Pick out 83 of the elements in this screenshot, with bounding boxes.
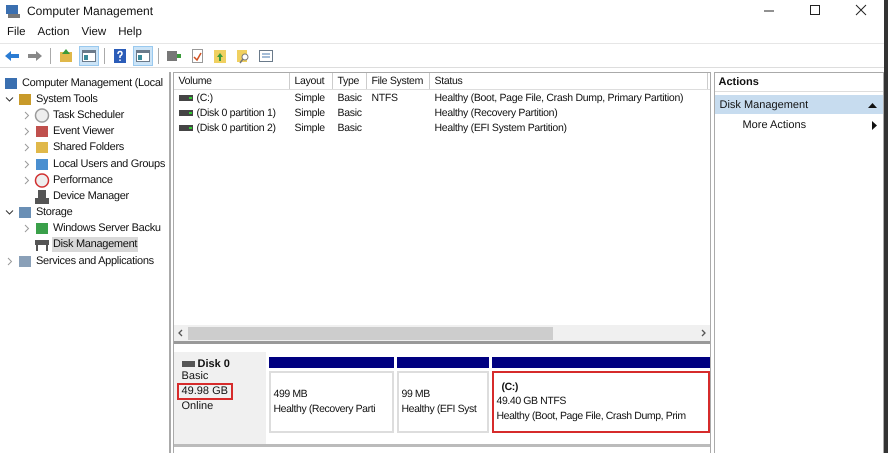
table-cell: Simple bbox=[294, 106, 325, 119]
table-cell: Basic bbox=[338, 122, 362, 134]
partition-status: Healthy (EFI Syst bbox=[402, 402, 478, 417]
actions-section[interactable]: Disk Management bbox=[714, 95, 883, 114]
column-header[interactable]: Type bbox=[332, 73, 366, 89]
partition-size: 49.40 GB NTFS bbox=[496, 394, 567, 409]
column-header[interactable]: Status bbox=[430, 73, 708, 89]
tree-node-icon bbox=[34, 124, 50, 140]
toolbar-button[interactable] bbox=[133, 46, 153, 66]
table-cell: (C:) bbox=[196, 92, 213, 104]
tree-item[interactable]: Storage bbox=[35, 205, 74, 220]
volume-icon bbox=[178, 125, 192, 132]
disk-status: Online bbox=[182, 400, 214, 413]
tree-item[interactable]: Windows Server Backu bbox=[52, 221, 162, 236]
table-cell: (Disk 0 partition 1) bbox=[196, 106, 276, 119]
table-cell: Healthy (Boot, Page File, Crash Dump, Primary Partition) bbox=[434, 92, 684, 104]
disk-size: 49.98 GB bbox=[176, 383, 233, 400]
disk-type: Basic bbox=[182, 370, 208, 383]
table-cell: Simple bbox=[294, 92, 325, 104]
tree-node-icon bbox=[34, 237, 50, 252]
partition-status: Healthy (Boot, Page File, Crash Dump, Prim bbox=[496, 409, 687, 424]
tree-node-icon bbox=[34, 140, 50, 156]
partition-status: Healthy (Recovery Parti bbox=[274, 402, 376, 417]
toolbar-button[interactable] bbox=[79, 46, 99, 66]
column-header[interactable]: Volume bbox=[174, 73, 290, 89]
volume-icon bbox=[178, 94, 192, 101]
table-cell: Healthy (Recovery Partition) bbox=[434, 106, 558, 119]
find-icon bbox=[235, 48, 251, 64]
expander-icon[interactable] bbox=[5, 94, 14, 104]
menu-item[interactable]: Action bbox=[34, 24, 74, 40]
tree-node-icon bbox=[17, 205, 33, 220]
pane-icon bbox=[81, 48, 97, 64]
disk-name: Disk 0 bbox=[198, 358, 230, 370]
menu-item[interactable]: Help bbox=[114, 24, 146, 40]
partition-title: (C:) bbox=[500, 380, 519, 394]
table-cell: Simple bbox=[294, 122, 325, 134]
tree-node-icon bbox=[34, 108, 50, 123]
expander-icon[interactable] bbox=[5, 208, 14, 218]
check-icon bbox=[189, 48, 205, 64]
tree-node-icon bbox=[17, 254, 33, 269]
tree-item[interactable]: Computer Management (Local bbox=[21, 76, 164, 91]
up-icon bbox=[58, 48, 74, 64]
submenu-arrow-icon bbox=[872, 120, 877, 130]
scrollbar-thumb[interactable] bbox=[188, 326, 554, 340]
tree-item[interactable]: Performance bbox=[52, 172, 114, 188]
partition-box[interactable]: (C:) 49.40 GB NTFS Healthy (Boot, Page File, Crash Dump, Prim bbox=[492, 371, 710, 433]
partition-size: 99 MB bbox=[402, 387, 431, 402]
table-cell: (Disk 0 partition 2) bbox=[196, 122, 276, 134]
tree-item[interactable]: Device Manager bbox=[52, 188, 130, 204]
menu-item[interactable]: View bbox=[78, 24, 110, 40]
tree-node-icon bbox=[3, 76, 19, 91]
menu-item[interactable]: File bbox=[3, 24, 30, 40]
app-icon bbox=[5, 2, 21, 18]
partition-box[interactable]: 499 MB Healthy (Recovery Parti bbox=[268, 371, 394, 433]
export-icon bbox=[212, 48, 228, 64]
tree-node-icon bbox=[17, 92, 33, 107]
tree-node-icon bbox=[34, 172, 50, 188]
column-header[interactable]: Layout bbox=[290, 73, 332, 89]
tree-node-icon bbox=[34, 221, 50, 236]
actions-header: Actions bbox=[714, 73, 883, 92]
partition-size: 499 MB bbox=[274, 387, 308, 402]
table-cell: Basic bbox=[338, 106, 362, 119]
tree-item[interactable]: Disk Management bbox=[52, 237, 138, 252]
tree-item[interactable]: Event Viewer bbox=[52, 124, 116, 140]
window-title: Computer Management bbox=[27, 4, 154, 18]
tree-item[interactable]: Shared Folders bbox=[52, 140, 126, 156]
list-icon bbox=[258, 48, 274, 64]
pane-icon bbox=[135, 48, 151, 64]
tree-node-icon bbox=[34, 156, 50, 172]
table-cell: Healthy (EFI System Partition) bbox=[434, 122, 567, 134]
partition-box[interactable]: 99 MB Healthy (EFI Syst bbox=[396, 371, 488, 433]
collapse-icon[interactable] bbox=[868, 102, 877, 108]
tree-item[interactable]: Local Users and Groups bbox=[52, 156, 166, 172]
tree-item[interactable]: Services and Applications bbox=[35, 254, 155, 269]
help-icon bbox=[112, 48, 128, 64]
table-cell: NTFS bbox=[372, 92, 398, 104]
tree-item[interactable]: System Tools bbox=[35, 92, 99, 107]
action-link[interactable]: More Actions bbox=[742, 119, 806, 131]
table-cell: Basic bbox=[338, 92, 362, 104]
volume-icon bbox=[178, 110, 192, 116]
tree-item[interactable]: Task Scheduler bbox=[52, 108, 126, 123]
column-header[interactable]: File System bbox=[366, 73, 430, 89]
tree-node-icon bbox=[34, 188, 50, 204]
